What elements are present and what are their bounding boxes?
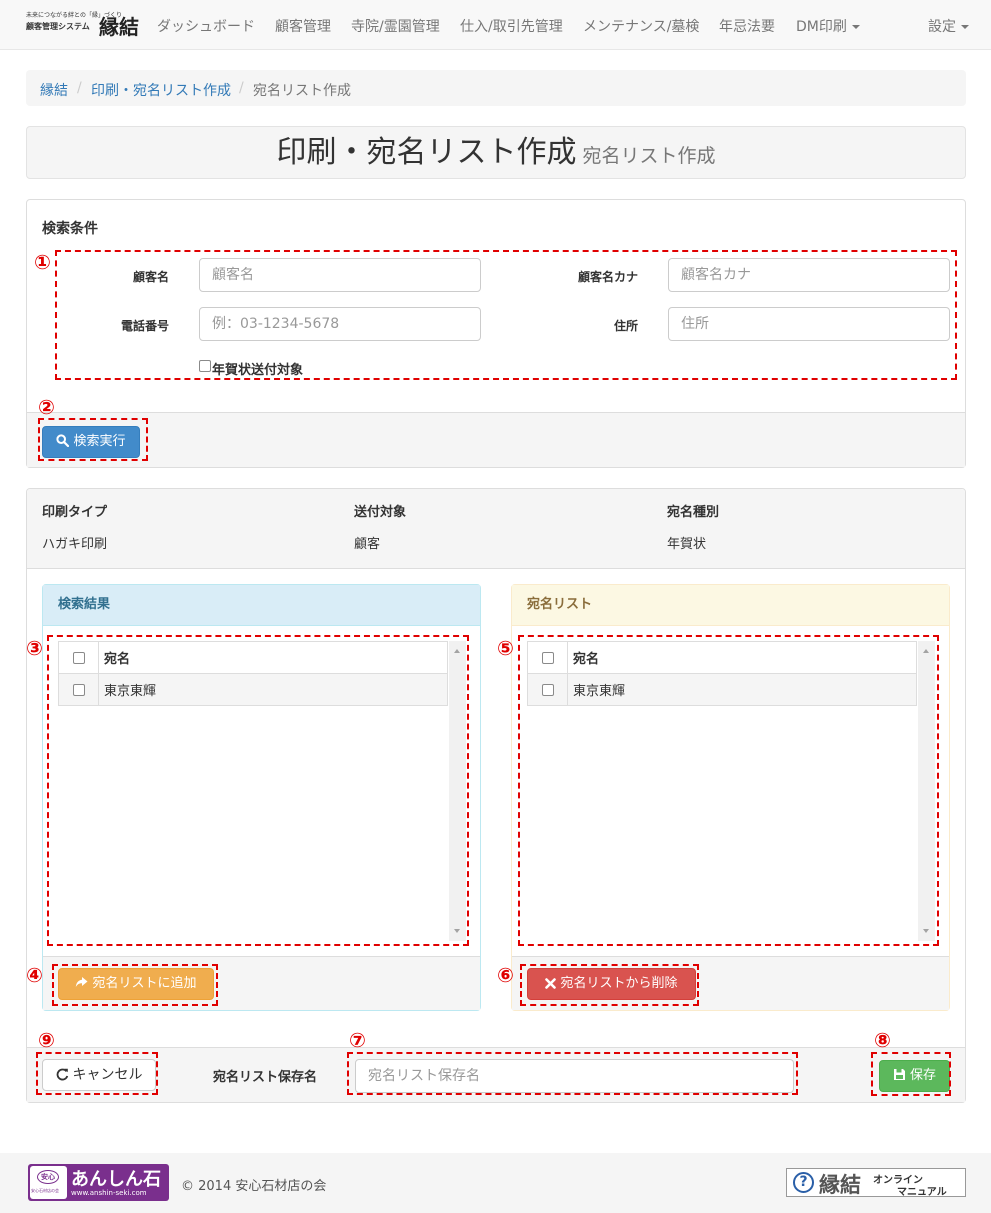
anshin-logo-text: あんしん石 (71, 1169, 161, 1190)
address-list-heading: 宛名リスト (512, 585, 949, 626)
annotation-number-4: ④ (26, 963, 43, 987)
anshin-logo-url: www.anshin-seki.com (71, 1189, 147, 1197)
nav-dm-print-label: DM印刷 (796, 19, 847, 35)
search-results-heading: 検索結果 (43, 585, 480, 626)
annotation-box-2 (38, 418, 148, 461)
copyright-text: © 2014 安心石材店の会 (181, 1179, 327, 1194)
annotation-box-1 (55, 250, 957, 380)
annotation-box-6 (520, 964, 699, 1006)
page-title: 印刷・宛名リスト作成 (276, 135, 577, 170)
annotation-number-1: ① (34, 250, 51, 274)
print-type-label: 印刷タイプ (42, 505, 108, 520)
annotation-number-2: ② (38, 395, 55, 419)
anshin-badge-text: 安心 (37, 1170, 59, 1184)
annotation-box-5 (518, 635, 939, 946)
nav-dashboard[interactable]: ダッシュボード (157, 16, 255, 36)
manual-line2: マニュアル (897, 1187, 947, 1198)
annotation-number-7: ⑦ (349, 1028, 366, 1052)
brand-name: 縁結 (99, 15, 139, 39)
annotation-box-9 (36, 1052, 158, 1095)
annotation-box-7 (347, 1052, 798, 1095)
anshin-logo-badge: 安心 安心石材店の会 (30, 1166, 67, 1199)
breadcrumb-root[interactable]: 縁結 (40, 80, 68, 100)
nav-suppliers[interactable]: 仕入/取引先管理 (460, 16, 563, 36)
manual-brand: 縁結 (819, 1172, 861, 1197)
annotation-box-3 (47, 635, 469, 946)
breadcrumb-separator: / (239, 80, 244, 96)
breadcrumb-parent[interactable]: 印刷・宛名リスト作成 (91, 80, 231, 100)
annotation-box-4 (52, 964, 218, 1006)
nav-temples[interactable]: 寺院/霊園管理 (351, 16, 440, 36)
breadcrumb-separator: / (77, 80, 82, 96)
nav-settings-dropdown[interactable]: 設定 (928, 16, 969, 36)
annotation-box-8 (871, 1052, 951, 1096)
page-header: 印刷・宛名リスト作成 宛名リスト作成 (26, 126, 966, 179)
kind-label: 宛名種別 (667, 505, 720, 520)
annotation-number-5: ⑤ (497, 636, 514, 660)
anshin-badge-subtext: 安心石材店の会 (31, 1188, 59, 1193)
help-icon: ? (793, 1172, 814, 1193)
print-type-value: ハガキ印刷 (42, 537, 108, 552)
breadcrumb-current: 宛名リスト作成 (253, 83, 351, 99)
annotation-number-9: ⑨ (38, 1028, 55, 1052)
page-footer: 安心 安心石材店の会 あんしん石 www.anshin-seki.com © 2… (0, 1153, 991, 1213)
annotation-number-6: ⑥ (497, 963, 514, 987)
brand-system-name: 顧客管理システム (26, 22, 90, 31)
brand-logo[interactable]: 未来につながる絆との「縁」づくり 顧客管理システム 縁結 (26, 9, 141, 41)
anshin-logo[interactable]: 安心 安心石材店の会 あんしん石 www.anshin-seki.com (28, 1164, 169, 1201)
nav-memorial[interactable]: 年忌法要 (719, 16, 775, 36)
chevron-down-icon (961, 25, 969, 29)
annotation-number-3: ③ (26, 636, 43, 660)
save-name-label: 宛名リスト保存名 (213, 1070, 318, 1085)
search-panel-footer: 検索実行 (27, 412, 965, 467)
annotation-number-8: ⑧ (874, 1028, 891, 1052)
online-manual-button[interactable]: ? 縁結 オンライン マニュアル (786, 1168, 966, 1198)
target-value: 顧客 (354, 537, 381, 552)
nav-maintenance[interactable]: メンテナンス/墓検 (583, 16, 699, 36)
nav-customers[interactable]: 顧客管理 (275, 16, 331, 36)
search-heading: 検索条件 (42, 221, 98, 237)
page-subtitle: 宛名リスト作成 (582, 145, 716, 167)
kind-value: 年賀状 (667, 537, 707, 552)
nav-dm-print-dropdown[interactable]: DM印刷 (796, 16, 860, 36)
chevron-down-icon (851, 25, 860, 29)
nav-settings-label: 設定 (928, 19, 956, 35)
breadcrumb: 縁結 / 印刷・宛名リスト作成 / 宛名リスト作成 (26, 70, 966, 106)
list-info-header (27, 489, 965, 569)
top-navbar: 未来につながる絆との「縁」づくり 顧客管理システム 縁結 ダッシュボード 顧客管… (0, 0, 991, 50)
target-label: 送付対象 (354, 505, 407, 520)
